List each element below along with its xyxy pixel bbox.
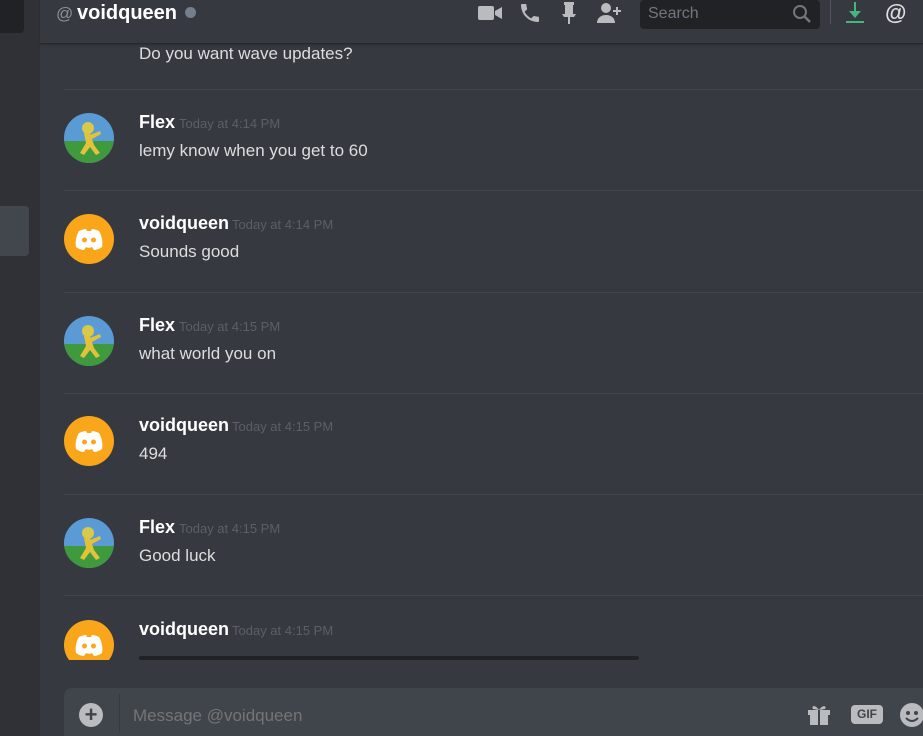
message-composer: + GIF <box>64 688 923 736</box>
message-text: Do you want wave updates? <box>139 44 353 63</box>
gift-icon[interactable] <box>806 702 832 731</box>
channel-header: @ voidqueen Search @ <box>40 0 923 44</box>
message-group: Flex Today at 4:15 PM what world you on <box>40 315 923 396</box>
page-title[interactable]: voidqueen <box>77 2 177 25</box>
message-author[interactable]: Flex <box>139 315 175 336</box>
phone-icon[interactable] <box>518 0 542 26</box>
flex-avatar[interactable] <box>64 518 114 568</box>
message-author[interactable]: voidqueen <box>139 415 229 436</box>
message-timestamp: Today at 4:14 PM <box>179 116 281 131</box>
discord-default-avatar[interactable] <box>64 214 114 264</box>
at-icon: @ <box>56 4 74 23</box>
message-author[interactable]: voidqueen <box>139 619 229 640</box>
message-timestamp: Today at 4:15 PM <box>179 521 281 536</box>
download-icon[interactable] <box>845 0 865 26</box>
message-divider <box>64 190 923 191</box>
add-friend-icon[interactable] <box>596 0 624 26</box>
message-timestamp: Today at 4:15 PM <box>179 319 281 334</box>
message-text: Sounds good <box>139 242 240 261</box>
sidebar-selected-item[interactable] <box>0 206 29 256</box>
discord-default-avatar[interactable] <box>64 620 114 660</box>
emoji-icon[interactable] <box>899 702 923 733</box>
message-timestamp: Today at 4:15 PM <box>232 419 334 434</box>
message-divider <box>64 595 923 596</box>
header-divider <box>830 0 831 24</box>
server-sidebar <box>0 0 40 736</box>
message-text: 494 <box>139 444 168 463</box>
message-embed[interactable] <box>139 656 639 660</box>
message-text: Good luck <box>139 546 216 565</box>
message-author[interactable]: Flex <box>139 112 175 133</box>
message-author[interactable]: Flex <box>139 517 175 538</box>
message-divider <box>64 292 923 293</box>
search-input[interactable]: Search <box>648 5 699 23</box>
message-group: voidqueen Today at 4:14 PM Sounds good <box>40 213 923 294</box>
sidebar-top-item[interactable] <box>0 0 24 33</box>
search-box[interactable]: Search <box>640 0 820 29</box>
message-text: lemy know when you get to 60 <box>139 141 368 160</box>
message-author[interactable]: voidqueen <box>139 213 229 234</box>
mention-icon[interactable]: @ <box>885 0 906 26</box>
message-text: what world you on <box>139 344 277 363</box>
message-divider <box>64 89 923 90</box>
pin-icon[interactable] <box>560 0 578 26</box>
gif-button[interactable]: GIF <box>851 705 883 724</box>
flex-avatar[interactable] <box>64 316 114 366</box>
composer-divider <box>119 694 120 732</box>
message-group: Flex Today at 4:14 PM lemy know when you… <box>40 112 923 193</box>
message-timestamp: Today at 4:14 PM <box>232 217 334 232</box>
plus-icon[interactable]: + <box>79 703 103 727</box>
message-list: Do you want wave updates? Flex Today at … <box>40 44 923 660</box>
message-group: voidqueen Today at 4:15 PM <box>40 619 923 660</box>
search-icon[interactable] <box>792 4 812 29</box>
status-indicator <box>185 7 196 18</box>
flex-avatar[interactable] <box>64 113 114 163</box>
message-group: Flex Today at 4:15 PM Good luck <box>40 517 923 598</box>
message-input[interactable] <box>133 706 733 726</box>
message-divider <box>64 393 923 394</box>
message-group: voidqueen Today at 4:15 PM 494 <box>40 415 923 496</box>
discord-default-avatar[interactable] <box>64 416 114 466</box>
message-timestamp: Today at 4:15 PM <box>232 623 334 638</box>
video-icon[interactable] <box>478 0 502 26</box>
message-divider <box>64 494 923 495</box>
